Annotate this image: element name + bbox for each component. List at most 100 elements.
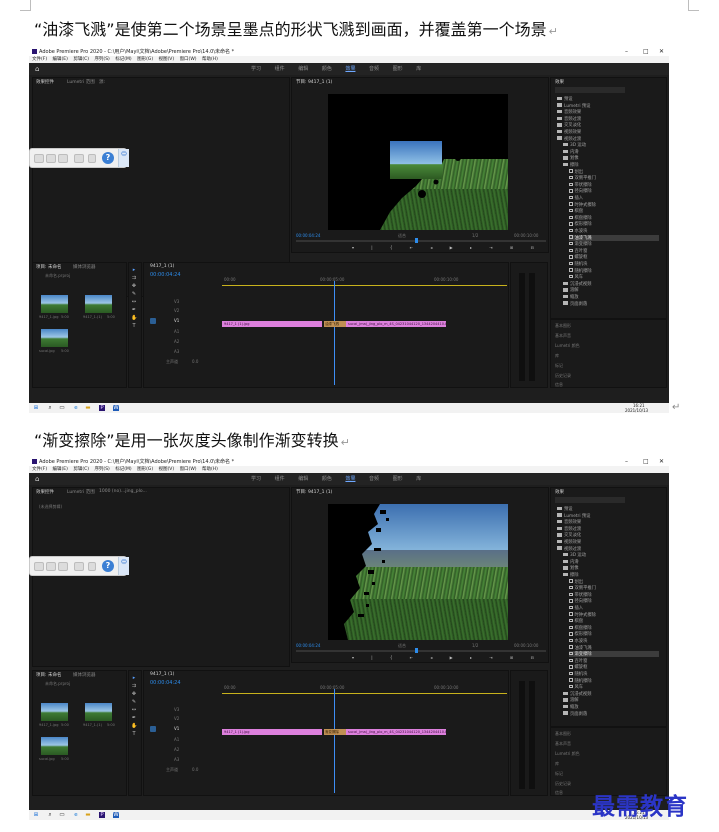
close-icon[interactable]: ✕ — [659, 458, 664, 466]
panel-essential-sound[interactable]: 基本声音 — [555, 741, 571, 747]
workspace-color[interactable]: 颜色 — [322, 476, 332, 482]
panel-history[interactable]: 历史记录 — [555, 781, 571, 787]
project-thumbnail[interactable] — [41, 295, 68, 313]
effects-tree-item[interactable]: 随机擦除 — [569, 268, 659, 274]
effects-tree-item[interactable]: 风车 — [569, 684, 659, 690]
toolbar-icon[interactable] — [46, 562, 56, 571]
zoom-select[interactable]: 适合 — [398, 643, 406, 649]
program-scrubber[interactable] — [296, 240, 546, 242]
effects-tree-item[interactable]: 带状擦除 — [569, 592, 659, 598]
toolbar-icon[interactable] — [46, 154, 56, 163]
effects-tree-item[interactable]: 预设 — [557, 506, 659, 512]
toolbar-icon[interactable] — [34, 562, 44, 571]
selection-tool-icon[interactable]: ▸ — [131, 267, 137, 273]
source-patch-v1[interactable] — [150, 726, 156, 732]
folder-icon[interactable] — [58, 154, 68, 163]
clock-date[interactable]: 2021/10/13 — [625, 408, 648, 413]
effects-tree-item[interactable]: 随机块 — [569, 261, 659, 267]
menu-help[interactable]: 帮助(H) — [202, 467, 218, 472]
collapse-toggle[interactable]: ︽ ︾ — [118, 149, 129, 167]
tab-media-browser[interactable]: 媒体浏览器 — [73, 264, 96, 270]
effects-tree-item[interactable]: 音频过渡 — [557, 526, 659, 532]
menu-view[interactable]: 视图(V) — [159, 57, 175, 62]
selection-tool-icon[interactable]: ▸ — [131, 675, 137, 681]
tab-source[interactable]: 源: — [99, 79, 105, 85]
clip-v1-a[interactable]: 9417_1 (1).jpg — [222, 729, 322, 735]
effects-tree-item[interactable]: 擦除 — [563, 162, 659, 168]
tab-lumetri-scopes[interactable]: Lumetri 范围 — [67, 489, 95, 495]
workspace-assembly[interactable]: 组件 — [275, 476, 285, 482]
program-playhead[interactable] — [415, 648, 418, 653]
effects-tree-item[interactable]: 交叉淡化 — [557, 122, 659, 128]
effects-tree-item[interactable]: 溶解 — [563, 287, 659, 293]
effects-tree-item[interactable]: 时钟式擦除 — [569, 612, 659, 618]
tab-project[interactable]: 项目: 未命名 — [36, 672, 61, 678]
menu-clip[interactable]: 剪辑(C) — [73, 467, 89, 472]
effects-tree-item[interactable]: 内滑 — [563, 559, 659, 565]
premiere-taskbar-icon[interactable]: P — [99, 405, 105, 411]
start-icon[interactable]: ⊞ — [33, 405, 39, 411]
effects-tree-item[interactable]: 水波块 — [569, 228, 659, 234]
project-thumbnail[interactable] — [85, 295, 112, 313]
effects-tree-item[interactable]: 沉浸式视频 — [563, 691, 659, 697]
minimize-icon[interactable]: – — [625, 48, 628, 56]
menu-window[interactable]: 窗口(W) — [180, 467, 197, 472]
menu-sequence[interactable]: 序列(S) — [94, 467, 109, 472]
help-icon[interactable]: ? — [102, 560, 114, 572]
master-volume[interactable]: 0.0 — [192, 359, 198, 364]
effects-tree-item[interactable]: 渐变擦除 — [569, 651, 659, 658]
effects-tree-item[interactable]: 视频过渡 — [557, 136, 659, 142]
menu-clip[interactable]: 剪辑(C) — [73, 57, 89, 62]
slip-icon[interactable]: ↔ — [131, 299, 137, 305]
menu-help[interactable]: 帮助(H) — [202, 57, 218, 62]
dropdown-icon[interactable] — [88, 154, 96, 163]
ripple-edit-icon[interactable]: ✥ — [131, 691, 137, 697]
effects-tree-item[interactable]: 螺旋框 — [569, 664, 659, 670]
program-playhead[interactable] — [415, 238, 418, 243]
program-scrubber[interactable] — [296, 650, 546, 652]
menu-edit[interactable]: 编辑(E) — [53, 467, 68, 472]
zoom-select[interactable]: 适合 — [398, 233, 406, 239]
project-thumbnail[interactable] — [41, 329, 68, 347]
panel-lumetri-color[interactable]: Lumetri 颜色 — [555, 751, 580, 757]
menu-edit[interactable]: 编辑(E) — [53, 57, 68, 62]
toolbar-icon[interactable] — [34, 154, 44, 163]
effects-tree-item[interactable]: 内滑 — [563, 149, 659, 155]
effects-tree-item[interactable]: 渐变擦除 — [569, 241, 659, 247]
workspace-libraries[interactable]: 库 — [416, 476, 421, 482]
task-view-icon[interactable]: ▭ — [59, 405, 65, 411]
explorer-icon[interactable]: ▬ — [85, 812, 91, 818]
razor-icon[interactable]: ✎ — [131, 291, 137, 297]
effects-tree-item[interactable]: 缩放 — [563, 294, 659, 300]
effects-tree-item[interactable]: 棋盘擦除 — [569, 625, 659, 631]
effects-tree-item[interactable]: 预设 — [557, 96, 659, 102]
effects-tree-item[interactable]: 百叶窗 — [569, 248, 659, 254]
tab-effect-controls[interactable]: 效果控件 — [36, 489, 54, 495]
panel-lumetri-color[interactable]: Lumetri 颜色 — [555, 343, 580, 349]
transport-controls[interactable]: ▾ | { ⇤ ◂ ▶ ▸ ⇥ ⊞ ⊟ ◉ ✛ — [352, 245, 583, 250]
effects-tree-item[interactable]: 交叉淡化 — [557, 532, 659, 538]
workspace-graphics[interactable]: 图形 — [393, 476, 403, 482]
panel-history[interactable]: 历史记录 — [555, 373, 571, 379]
effects-tree-item[interactable]: 划像 — [563, 155, 659, 161]
track-select-icon[interactable]: ⇉ — [131, 275, 137, 281]
effects-tree-item[interactable]: 楔形擦除 — [569, 221, 659, 227]
effects-tree-item[interactable]: 沉浸式视频 — [563, 281, 659, 287]
effects-tree-item[interactable]: 缩放 — [563, 704, 659, 710]
menu-file[interactable]: 文件(F) — [32, 467, 47, 472]
project-thumbnail[interactable] — [41, 737, 68, 755]
project-thumbnail[interactable] — [41, 703, 68, 721]
effects-tree-item[interactable]: 视频过渡 — [557, 546, 659, 552]
menu-window[interactable]: 窗口(W) — [180, 57, 197, 62]
effects-tree-item[interactable]: 棋盘 — [569, 618, 659, 624]
transition-paint-splatter[interactable]: 油漆飞溅 — [324, 321, 347, 327]
pen-icon[interactable]: ✒ — [131, 307, 137, 313]
panel-markers[interactable]: 标记 — [555, 363, 563, 369]
folder-icon[interactable] — [58, 562, 68, 571]
tab-effect-controls[interactable]: 效果控件 — [36, 79, 54, 85]
program-tab[interactable]: 节目: 9417_1 (1) — [296, 489, 332, 495]
menu-marker[interactable]: 标记(M) — [115, 467, 131, 472]
workspace-editing[interactable]: 编辑 — [298, 476, 308, 482]
dropdown-icon[interactable] — [88, 562, 96, 571]
effects-tree-item[interactable]: 擦除 — [563, 572, 659, 578]
